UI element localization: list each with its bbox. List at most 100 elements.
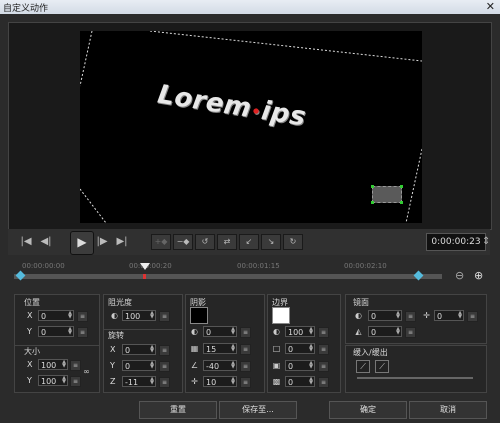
anchor-point-icon[interactable]: ●: [253, 106, 261, 115]
timecode-display[interactable]: 0:00:00:23: [426, 233, 486, 251]
spin-arrows-icon[interactable]: ▲ ▼: [149, 345, 155, 354]
timecode-stepper-icon[interactable]: ⇕: [482, 234, 490, 250]
move-left-icon[interactable]: ↙: [239, 234, 259, 250]
previous-frame-icon[interactable]: ◀|: [38, 234, 54, 250]
zoom-in-icon[interactable]: ⊕: [474, 269, 483, 282]
border-width-menu-icon[interactable]: ≡: [318, 344, 329, 355]
opacity-field[interactable]: 100 ▲ ▼: [122, 310, 156, 321]
border-width-field[interactable]: 0 ▲ ▼: [285, 343, 315, 354]
spin-arrows-icon[interactable]: ▲ ▼: [149, 361, 155, 370]
next-frame-icon[interactable]: |▶: [94, 234, 110, 250]
spin-arrows-icon[interactable]: ▲ ▼: [395, 327, 401, 336]
resize-handle[interactable]: [400, 201, 403, 204]
spin-arrows-icon[interactable]: ▲ ▼: [67, 327, 73, 336]
mirror-opacity-menu-icon[interactable]: ≡: [405, 311, 416, 322]
shadow-angle-field[interactable]: -40 ▲ ▼: [203, 360, 237, 371]
size-x-field[interactable]: 100 ▲ ▼: [38, 359, 68, 370]
mirror-opacity-field[interactable]: 0 ▲ ▼: [368, 310, 402, 321]
spin-arrows-icon[interactable]: ▲ ▼: [230, 361, 236, 370]
mirror-distance-field[interactable]: 0 ▲ ▼: [368, 326, 402, 337]
save-as-button[interactable]: 保存至...: [219, 401, 297, 419]
mirror-offset-menu-icon[interactable]: ≡: [467, 311, 478, 322]
shadow-color-swatch[interactable]: [190, 307, 208, 324]
ease-out-icon[interactable]: ⟋: [375, 360, 389, 373]
border-fade-icon: ▩: [272, 377, 281, 386]
timeline-track[interactable]: [14, 274, 442, 279]
resize-handle[interactable]: [400, 185, 403, 188]
reverse-keyframe-icon[interactable]: ↺: [195, 234, 215, 250]
spin-arrows-icon[interactable]: ▲ ▼: [308, 344, 314, 353]
play-button[interactable]: ▶: [70, 231, 94, 255]
shadow-opacity-field[interactable]: 0 ▲ ▼: [203, 326, 237, 337]
shadow-distance-menu-icon[interactable]: ≡: [240, 377, 251, 388]
spin-arrows-icon[interactable]: ▲ ▼: [308, 361, 314, 370]
cancel-button[interactable]: 取消: [409, 401, 487, 419]
time-tick: 00:00:02:10: [344, 262, 387, 270]
border-field-4[interactable]: 0 ▲ ▼: [285, 376, 315, 387]
go-to-start-icon[interactable]: |◀: [18, 234, 34, 250]
border-field-3[interactable]: 0 ▲ ▼: [285, 360, 315, 371]
rotation-x-menu-icon[interactable]: ≡: [159, 345, 170, 356]
spin-arrows-icon[interactable]: ▲ ▼: [149, 311, 155, 320]
mirror-offset-field[interactable]: 0 ▲ ▼: [434, 310, 464, 321]
ok-button[interactable]: 确定: [329, 401, 407, 419]
border-color-swatch[interactable]: [272, 307, 290, 324]
timeline-ruler[interactable]: 00:00:00:00 00:00:00:20 00:00:01:15 00:0…: [12, 258, 442, 274]
close-icon[interactable]: ✕: [486, 0, 495, 13]
shadow-angle-menu-icon[interactable]: ≡: [240, 361, 251, 372]
zoom-out-icon[interactable]: ⊖: [455, 269, 464, 282]
playhead[interactable]: [140, 263, 150, 270]
position-x-menu-icon[interactable]: ≡: [77, 311, 88, 322]
spin-arrows-icon[interactable]: ▲ ▼: [457, 311, 463, 320]
shadow-opacity-menu-icon[interactable]: ≡: [240, 327, 251, 338]
go-to-end-icon[interactable]: ▶|: [114, 234, 130, 250]
position-y-field[interactable]: 0 ▲ ▼: [38, 326, 74, 337]
spin-arrows-icon[interactable]: ▲ ▼: [230, 344, 236, 353]
spin-arrows-icon[interactable]: ▲ ▼: [230, 377, 236, 386]
mirror-distance-menu-icon[interactable]: ≡: [405, 327, 416, 338]
swap-keyframe-icon[interactable]: ⇄: [217, 234, 237, 250]
ease-in-icon[interactable]: ⟋: [356, 360, 370, 373]
size-x-menu-icon[interactable]: ≡: [70, 360, 81, 371]
rotation-z-menu-icon[interactable]: ≡: [159, 377, 170, 388]
rotation-x-field[interactable]: 0 ▲ ▼: [122, 344, 156, 355]
reset-button[interactable]: 重置: [139, 401, 217, 419]
rotation-y-field[interactable]: 0 ▲ ▼: [122, 360, 156, 371]
spin-arrows-icon[interactable]: ▲ ▼: [395, 311, 401, 320]
rotate-keyframe-icon[interactable]: ↻: [283, 234, 303, 250]
border-opacity-menu-icon[interactable]: ≡: [318, 327, 329, 338]
spin-arrows-icon[interactable]: ▲ ▼: [67, 311, 73, 320]
position-y-menu-icon[interactable]: ≡: [77, 327, 88, 338]
shadow-distance-value: 10: [206, 378, 217, 387]
shadow-blur-field[interactable]: 15 ▲ ▼: [203, 343, 237, 354]
video-preview[interactable]: Lorem●ips: [80, 31, 422, 223]
object-thumbnail[interactable]: [371, 185, 403, 204]
spin-arrows-icon[interactable]: ▲ ▼: [61, 376, 67, 385]
spin-arrows-icon[interactable]: ▲ ▼: [61, 360, 67, 369]
size-y-field[interactable]: 100 ▲ ▼: [38, 375, 68, 386]
rotation-z-field[interactable]: -11 ▲ ▼: [122, 376, 156, 387]
remove-keyframe-icon[interactable]: −◆: [173, 234, 193, 250]
spin-arrows-icon[interactable]: ▲ ▼: [230, 327, 236, 336]
size-y-menu-icon[interactable]: ≡: [70, 376, 81, 387]
position-x-field[interactable]: 0 ▲ ▼: [38, 310, 74, 321]
resize-handle[interactable]: [371, 185, 374, 188]
rotation-y-menu-icon[interactable]: ≡: [159, 361, 170, 372]
spin-arrows-icon[interactable]: ▲ ▼: [308, 377, 314, 386]
border-menu-icon-3[interactable]: ≡: [318, 361, 329, 372]
ease-slider[interactable]: [357, 377, 473, 379]
border-opacity-field[interactable]: 100 ▲ ▼: [285, 326, 315, 337]
spin-arrows-icon[interactable]: ▲ ▼: [308, 327, 314, 336]
border-menu-icon-4[interactable]: ≡: [318, 377, 329, 388]
border-opacity-icon: ◐: [273, 327, 280, 336]
playback-controls: |◀ ◀| ▶ |▶ ▶| +◆ −◆ ↺ ⇄ ↙ ↘ ↻ 0:00:00:23…: [8, 229, 490, 255]
opacity-menu-icon[interactable]: ≡: [159, 311, 170, 322]
link-proportion-icon[interactable]: ∞: [82, 367, 91, 376]
resize-handle[interactable]: [371, 201, 374, 204]
size-x-label: X: [27, 360, 33, 369]
spin-arrows-icon[interactable]: ▲ ▼: [149, 377, 155, 386]
shadow-distance-field[interactable]: 10 ▲ ▼: [203, 376, 237, 387]
add-keyframe-icon[interactable]: +◆: [151, 234, 171, 250]
shadow-blur-menu-icon[interactable]: ≡: [240, 344, 251, 355]
move-right-icon[interactable]: ↘: [261, 234, 281, 250]
